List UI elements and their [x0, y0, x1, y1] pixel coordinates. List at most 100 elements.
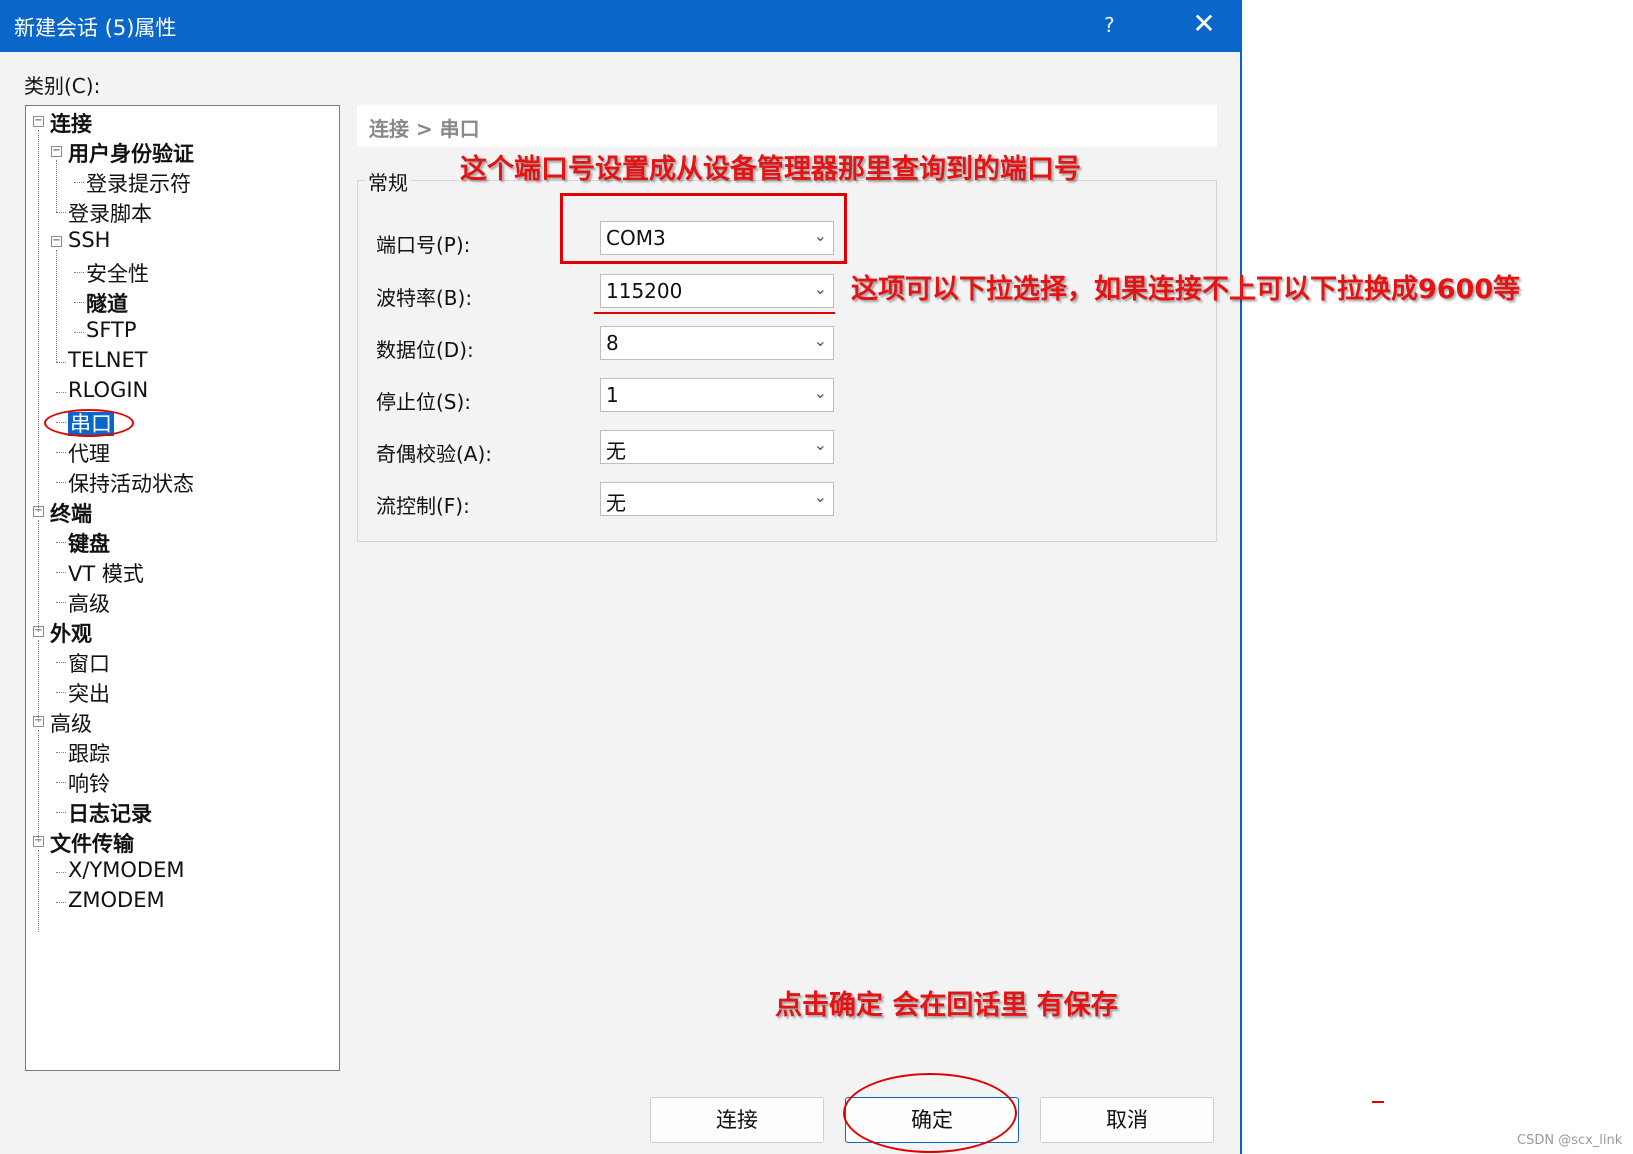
- tree-item[interactable]: 登录提示符: [86, 168, 191, 198]
- tree-guide-line: [38, 640, 39, 722]
- databits-select[interactable]: 8 ⌄: [600, 326, 834, 360]
- cancel-button[interactable]: 取消: [1040, 1097, 1214, 1143]
- tree-item[interactable]: SFTP: [86, 318, 137, 342]
- tree-item[interactable]: X/YMODEM: [68, 858, 185, 882]
- tree-item-label: 键盘: [68, 532, 110, 556]
- connect-button[interactable]: 连接: [650, 1097, 824, 1143]
- annotation-baud-note: 这项可以下拉选择，如果连接不上可以下拉换成9600等: [851, 274, 1521, 305]
- tree-item-label: 用户身份验证: [68, 142, 194, 166]
- databits-value: 8: [606, 331, 619, 355]
- tree-connector: [56, 362, 66, 363]
- category-tree[interactable]: − 连接 − 用户身份验证 登录提示符 登录脚本 − SSH 安全性 隧道 SFTP TELNET RL…: [25, 105, 340, 1071]
- baud-select[interactable]: 115200 ⌄: [600, 274, 834, 308]
- stopbits-select[interactable]: 1 ⌄: [600, 378, 834, 412]
- tree-item-label: 隧道: [86, 292, 128, 316]
- tree-connector: [74, 272, 84, 273]
- tree-item[interactable]: 外观: [50, 618, 92, 648]
- tree-item-label: 代理: [68, 442, 110, 466]
- stopbits-value: 1: [606, 383, 619, 407]
- port-label: 端口号(P):: [376, 233, 471, 257]
- tree-item[interactable]: 隧道: [86, 288, 128, 318]
- tree-item-label: 高级: [50, 712, 92, 736]
- tree-guide-line: [38, 520, 39, 632]
- tree-item-label: TELNET: [68, 348, 148, 372]
- tree-connector: [56, 752, 66, 753]
- tree-connector: [74, 302, 84, 303]
- watermark: CSDN @scx_link: [1517, 1133, 1623, 1148]
- tree-guide-line: [38, 130, 39, 512]
- tree-item-label: RLOGIN: [68, 378, 149, 402]
- annotation-stray-mark: [1372, 1101, 1384, 1103]
- tree-connector: [56, 872, 66, 873]
- tree-item-label: 外观: [50, 622, 92, 646]
- help-button[interactable]: ?: [1104, 13, 1115, 37]
- tree-connector: [56, 542, 66, 543]
- tree-item[interactable]: 日志记录: [68, 798, 152, 828]
- category-label: 类别(C):: [24, 74, 101, 98]
- chevron-down-icon: ⌄: [813, 435, 827, 454]
- tree-guide-line: [38, 850, 39, 932]
- tree-item-label: 跟踪: [68, 742, 110, 766]
- tree-item-label: 高级: [68, 592, 110, 616]
- annotation-baud-underline: [594, 312, 835, 314]
- tree-item[interactable]: 安全性: [86, 258, 149, 288]
- window-title: 新建会话 (5)属性: [14, 16, 177, 40]
- tree-connector: [56, 692, 66, 693]
- tree-item[interactable]: 保持活动状态: [68, 468, 194, 498]
- tree-item[interactable]: 连接: [50, 108, 92, 138]
- annotation-port-box: [560, 193, 847, 264]
- chevron-down-icon: ⌄: [813, 279, 827, 298]
- parity-select[interactable]: 无 ⌄: [600, 430, 834, 464]
- tree-guide-line: [38, 730, 39, 842]
- tree-item-label: 突出: [68, 682, 110, 706]
- close-icon[interactable]: ✕: [1186, 6, 1222, 42]
- title-bar: 新建会话 (5)属性 ? ✕: [0, 0, 1240, 52]
- breadcrumb: 连接 > 串口: [369, 117, 480, 141]
- tree-item[interactable]: 终端: [50, 498, 92, 528]
- tree-item[interactable]: ZMODEM: [68, 888, 165, 912]
- tree-item[interactable]: 文件传输: [50, 828, 134, 858]
- tree-item-label: X/YMODEM: [68, 858, 185, 882]
- tree-connector: [56, 452, 66, 453]
- collapse-toggle-icon[interactable]: −: [51, 146, 62, 157]
- tree-item[interactable]: SSH: [68, 228, 110, 252]
- tree-item[interactable]: 代理: [68, 438, 110, 468]
- tree-item-label: SFTP: [86, 318, 137, 342]
- flowcontrol-label: 流控制(F):: [376, 494, 470, 518]
- tree-item[interactable]: 响铃: [68, 768, 110, 798]
- collapse-toggle-icon[interactable]: −: [33, 116, 44, 127]
- tree-item[interactable]: RLOGIN: [68, 378, 148, 402]
- tree-item[interactable]: 高级: [50, 708, 92, 738]
- tree-item-label: ZMODEM: [68, 888, 165, 912]
- tree-item[interactable]: 突出: [68, 678, 110, 708]
- tree-item[interactable]: 键盘: [68, 528, 110, 558]
- annotation-ok-circle: [843, 1073, 1017, 1153]
- collapse-toggle-icon[interactable]: −: [51, 236, 62, 247]
- tree-item[interactable]: 登录脚本: [68, 198, 152, 228]
- tree-item-label: 安全性: [86, 262, 149, 286]
- tree-item[interactable]: 高级: [68, 588, 110, 618]
- tree-item[interactable]: 窗口: [68, 648, 110, 678]
- chevron-down-icon: ⌄: [813, 383, 827, 402]
- flowcontrol-select[interactable]: 无 ⌄: [600, 482, 834, 516]
- tree-item-label: 窗口: [68, 652, 110, 676]
- chevron-down-icon: ⌄: [813, 331, 827, 350]
- tree-connector: [56, 782, 66, 783]
- tree-connector: [56, 212, 66, 213]
- tree-item-label: 文件传输: [50, 832, 134, 856]
- tree-item-label: 终端: [50, 502, 92, 526]
- tree-item[interactable]: VT 模式: [68, 558, 144, 588]
- tree-item-label: 登录提示符: [86, 172, 191, 196]
- tree-item[interactable]: TELNET: [68, 348, 148, 372]
- tree-guide-line: [56, 160, 57, 212]
- tree-connector: [56, 662, 66, 663]
- tree-item[interactable]: 跟踪: [68, 738, 110, 768]
- tree-item-label: 连接: [50, 112, 92, 136]
- flowcontrol-value: 无: [606, 491, 626, 515]
- tree-item-label: 保持活动状态: [68, 472, 194, 496]
- baud-value: 115200: [606, 279, 683, 303]
- parity-value: 无: [606, 439, 626, 463]
- tree-item[interactable]: 用户身份验证: [68, 138, 194, 168]
- general-group-title: 常规: [365, 167, 411, 196]
- tree-connector: [56, 602, 66, 603]
